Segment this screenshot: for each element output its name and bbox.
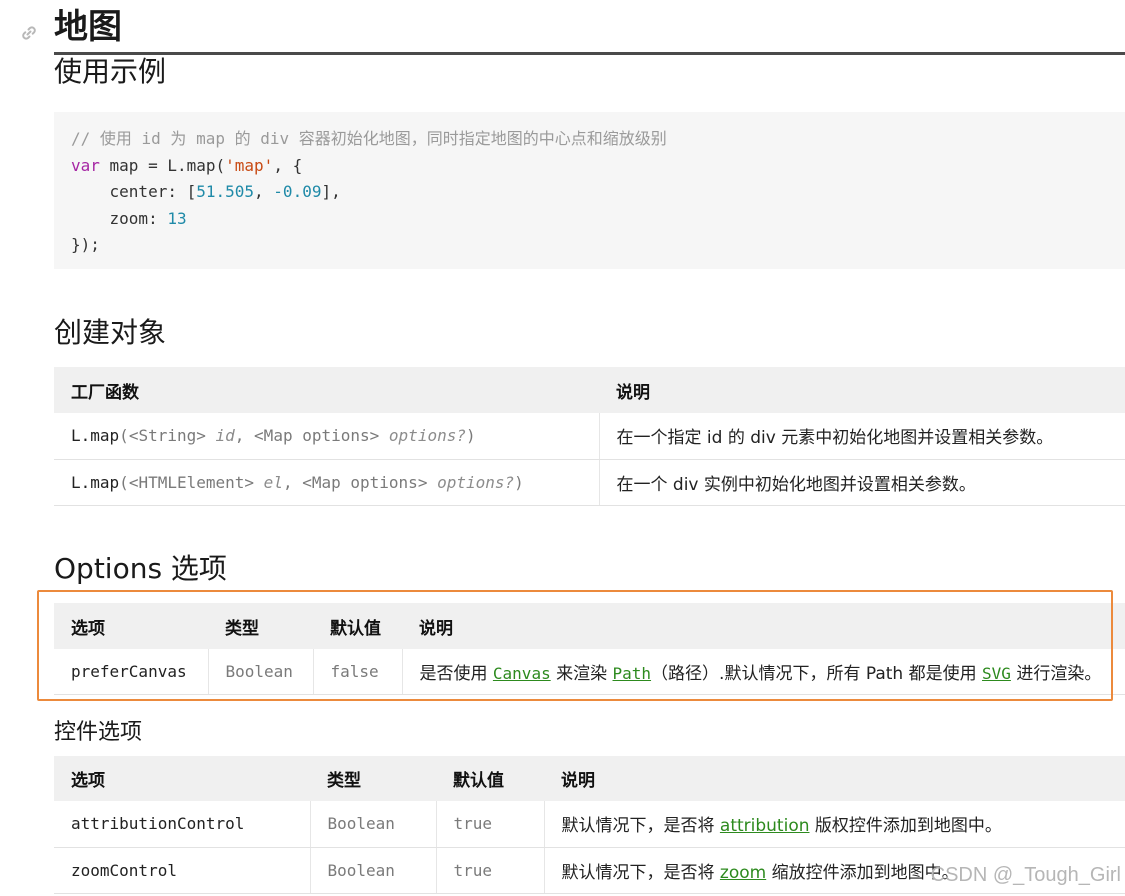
code-text: ,	[254, 182, 274, 201]
code-block: // 使用 id 为 map 的 div 容器初始化地图，同时指定地图的中心点和…	[54, 112, 1125, 269]
watermark: CSDN @_Tough_Girl	[930, 864, 1121, 886]
zoom-link[interactable]: zoom	[720, 863, 766, 883]
fn-name: L.map	[71, 426, 120, 446]
param-name: id	[205, 426, 235, 446]
code-number: 13	[167, 208, 187, 228]
punct: (	[119, 426, 129, 446]
table-row: attributionControl Boolean true 默认情况下，是否…	[54, 801, 1125, 848]
punct: (	[119, 472, 129, 492]
code-number: 51.505	[196, 182, 255, 201]
factory-description: 在一个 div 实例中初始化地图并设置相关参数。	[599, 459, 1125, 506]
param-type: <Map options>	[254, 426, 380, 446]
attribution-link[interactable]: attribution	[720, 816, 810, 836]
factory-signature: L.map(<HTMLElement> el, <Map options> op…	[54, 459, 600, 506]
highlight-box	[37, 590, 1113, 701]
param-type: <HTMLElement>	[128, 472, 255, 492]
desc-text: 默认情况下，是否将	[561, 862, 720, 883]
option-name: zoomControl	[54, 847, 311, 894]
table-row: L.map(<HTMLElement> el, <Map options> op…	[54, 459, 1125, 506]
punct: )	[465, 426, 476, 446]
option-type: Boolean	[310, 847, 437, 894]
table-row: L.map(<String> id, <Map options> options…	[54, 413, 1125, 460]
factory-table: 工厂函数 说明 L.map(<String> id, <Map options>…	[54, 367, 1125, 506]
param-type: <String>	[128, 426, 206, 446]
factory-signature: L.map(<String> id, <Map options> options…	[54, 413, 600, 460]
column-header: 类型	[310, 756, 436, 801]
code-text: ],	[321, 182, 341, 201]
code-text: map = L.map(	[99, 155, 226, 175]
create-heading: 创建对象	[54, 316, 167, 349]
code-keyword: var	[71, 155, 100, 175]
desc-text: 版权控件添加到地图中。	[809, 816, 1002, 837]
code-number: -0.09	[273, 182, 322, 201]
column-header: 说明	[544, 756, 1125, 801]
punct: ,	[234, 426, 255, 446]
column-header: 说明	[599, 367, 1125, 413]
param-type: <Map options>	[302, 472, 428, 492]
table-header-row: 选项 类型 默认值 说明	[54, 756, 1125, 801]
code-comment: // 使用 id 为 map 的 div 容器初始化地图，同时指定地图的中心点和…	[71, 129, 667, 148]
code-text: });	[71, 235, 100, 254]
option-name: attributionControl	[54, 801, 311, 848]
column-header: 默认值	[436, 756, 544, 801]
punct: ,	[282, 472, 303, 492]
option-default: true	[436, 847, 545, 894]
page-title: 地图	[54, 7, 122, 47]
code-text: zoom:	[71, 208, 168, 228]
option-default: true	[436, 801, 545, 848]
usage-heading: 使用示例	[54, 55, 167, 88]
code-string: 'map'	[225, 155, 274, 175]
title-divider	[54, 52, 1125, 55]
code-text: , {	[273, 155, 303, 175]
factory-description: 在一个指定 id 的 div 元素中初始化地图并设置相关参数。	[599, 413, 1125, 460]
options-heading: Options 选项	[54, 552, 227, 585]
fn-name: L.map	[71, 472, 120, 492]
param-name: options?	[379, 426, 466, 446]
param-name: options?	[427, 472, 515, 492]
table-header-row: 工厂函数 说明	[54, 367, 1125, 413]
param-name: el	[254, 472, 283, 492]
column-header: 选项	[54, 756, 310, 801]
desc-text: 默认情况下，是否将	[561, 816, 720, 837]
controls-heading: 控件选项	[54, 720, 143, 745]
punct: )	[514, 472, 524, 492]
code-text: center: [	[71, 182, 197, 201]
column-header: 工厂函数	[54, 367, 599, 413]
option-description: 默认情况下，是否将 attribution 版权控件添加到地图中。	[544, 801, 1125, 848]
link-icon[interactable]	[20, 24, 38, 42]
option-type: Boolean	[310, 801, 437, 848]
